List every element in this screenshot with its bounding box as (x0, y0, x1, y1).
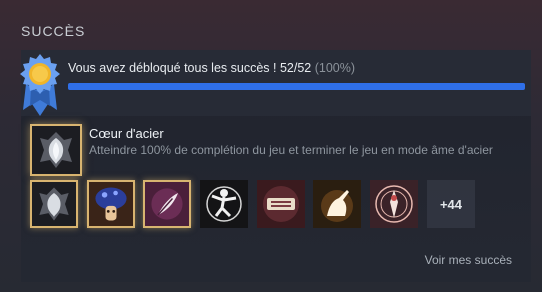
view-my-achievements-link[interactable]: Voir mes succès (425, 253, 512, 267)
achievement-title: Cœur d'acier (89, 126, 164, 141)
progress-bar (68, 83, 525, 90)
progress-bar-fill (68, 83, 525, 90)
progress-percent: (100%) (314, 61, 356, 75)
progress-text: Vous avez débloqué tous les succès ! 52/… (68, 61, 312, 75)
steel-heart-icon[interactable] (30, 180, 78, 228)
progress-row: Vous avez débloqué tous les succès ! 52/… (20, 50, 531, 116)
mushroom-icon[interactable] (87, 180, 135, 228)
steel-heart-icon[interactable] (30, 124, 82, 176)
section-title: SUCCÈS (21, 23, 86, 39)
achievement-description: Atteindre 100% de complétion du jeu et t… (89, 143, 493, 157)
progress-label: Vous avez débloqué tous les succès ! 52/… (68, 61, 355, 75)
shrine-figure-icon[interactable] (370, 180, 418, 228)
warrior-silhouette-icon[interactable] (313, 180, 361, 228)
ribbon-medal-icon (13, 52, 67, 118)
dancer-icon[interactable] (200, 180, 248, 228)
scroll-icon[interactable] (257, 180, 305, 228)
feather-icon[interactable] (143, 180, 191, 228)
achievements-panel: Vous avez débloqué tous les succès ! 52/… (20, 50, 531, 282)
more-achievements-count[interactable]: +44 (427, 180, 475, 228)
